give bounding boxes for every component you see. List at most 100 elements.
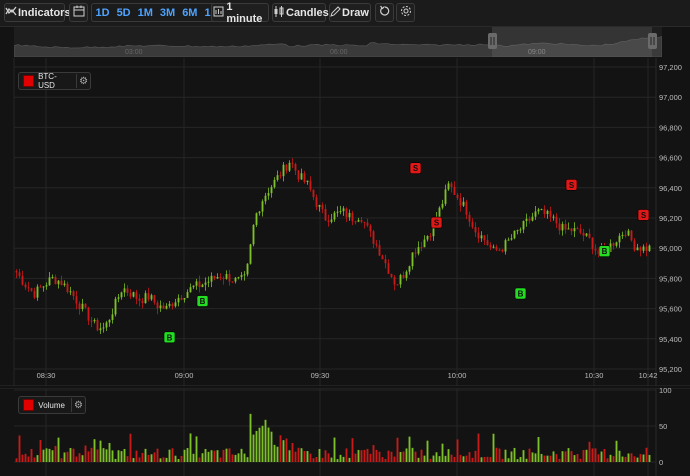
navigator-left-handle[interactable] [488,33,497,49]
candle [114,296,117,317]
candle [336,206,339,217]
volume-bar [615,440,618,462]
volume-bar [114,458,117,462]
volume-bar [285,438,288,462]
interval-button[interactable]: 1 minute [211,1,269,25]
candle [369,224,372,238]
period-5d[interactable]: 5D [113,7,134,19]
volume-bar [540,453,543,462]
draw-label: Draw [342,6,369,19]
period-6m[interactable]: 6M [179,7,201,19]
volume-bar [495,447,498,462]
volume-bar [243,453,246,462]
sell-signal-marker[interactable]: S [409,162,422,174]
volume-bar [606,458,609,462]
gear-icon[interactable]: ⚙ [70,398,85,412]
buy-signal-marker[interactable]: B [163,331,176,344]
volume-bar [453,456,456,462]
volume-bar [510,451,513,462]
calendar-icon [73,5,85,20]
indicators-icon [5,6,17,19]
volume-bar [249,413,252,462]
calendar-button[interactable] [69,3,88,22]
volume-bar [498,448,501,462]
draw-button[interactable]: Draw [329,3,371,22]
interval-icon [212,6,225,20]
candle [381,254,384,260]
candle [216,273,219,279]
candle [231,281,234,283]
candle [411,252,414,270]
indicators-button[interactable]: Indicators [4,3,71,22]
volume-bar [282,440,285,462]
candle [630,229,633,242]
candle [564,219,567,234]
candle [135,289,138,305]
volume-bar [276,446,279,462]
candle [57,279,60,289]
candle [528,216,531,224]
candle [363,221,366,229]
candle [636,243,639,251]
gear-icon[interactable]: ⚙ [76,74,90,88]
buy-signal-marker[interactable]: B [598,245,611,258]
volume-bar [429,458,432,462]
chart-type-button[interactable]: Candles [272,3,329,22]
candle [120,291,123,300]
volume-bar [477,433,480,462]
price-tick-label: 95,800 [659,274,682,283]
volume-bar [474,450,477,462]
buy-signal-marker[interactable]: B [514,287,527,300]
candle [96,318,99,332]
price-legend[interactable]: BTC-USD ⚙ [18,72,91,90]
candle [618,233,621,248]
volume-tick-label: 50 [659,422,667,431]
volume-bar [51,450,54,462]
settings-button[interactable] [396,3,415,22]
candle [117,293,120,303]
volume-bar [399,452,402,462]
volume-bar [297,447,300,462]
volume-chart[interactable]: 100 50 0 [0,388,690,476]
volume-legend[interactable]: Volume ⚙ [18,396,86,414]
sell-signal-marker[interactable]: S [430,216,443,229]
volume-bar [174,455,177,462]
candle [342,206,345,216]
period-1m[interactable]: 1M [134,7,156,19]
volume-bar [57,437,60,462]
reset-button[interactable] [375,3,394,22]
period-1d[interactable]: 1D [92,7,113,19]
volume-bar [489,457,492,462]
price-legend-label: BTC-USD [38,72,57,90]
candle [570,227,573,236]
candle [627,228,630,237]
sell-signal-marker[interactable]: S [637,209,650,221]
navigator-selection[interactable] [492,27,652,57]
volume-bar [537,437,540,462]
period-3m[interactable]: 3M [156,7,178,19]
navigator[interactable]: 03:00 06:00 09:00 [14,27,662,57]
candle [480,231,483,242]
candle [144,290,147,304]
volume-bar [591,448,594,462]
volume-bar [483,456,486,462]
candle [78,301,81,315]
sell-signal-marker[interactable]: S [565,178,578,191]
volume-bar [390,451,393,462]
price-chart[interactable]: 97,200 97,000 96,800 96,600 96,400 96,200 96,0… [0,58,690,386]
candle [507,237,510,241]
candle [429,233,432,241]
volume-bar [480,457,483,462]
volume-bar [567,448,570,462]
candle [264,192,267,205]
volume-bar [432,455,435,462]
candle [285,164,288,174]
volume-bar [549,455,552,462]
candle [39,284,42,288]
navigator-right-handle[interactable] [648,33,657,49]
volume-bar [264,419,267,462]
volume-bar [438,456,441,462]
signal-label: B [518,290,524,299]
buy-signal-marker[interactable]: B [196,295,209,307]
candle [189,283,192,293]
